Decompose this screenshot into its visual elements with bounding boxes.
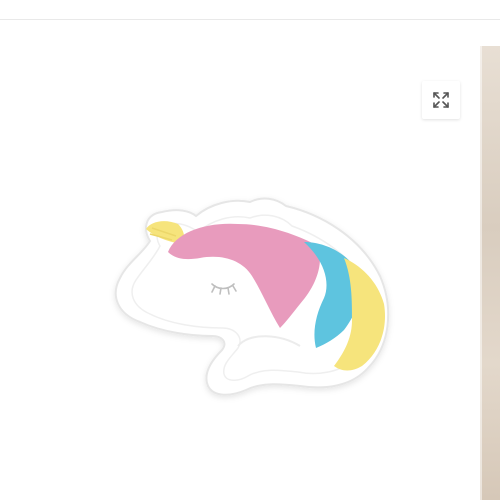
next-image-preview[interactable]: [480, 46, 500, 500]
fullscreen-button[interactable]: [422, 81, 460, 119]
product-main-image[interactable]: [0, 46, 480, 500]
expand-arrows-icon: [433, 92, 449, 108]
product-page: [0, 0, 500, 500]
product-gallery: [0, 20, 500, 500]
unicorn-teether-illustration: [114, 197, 390, 396]
